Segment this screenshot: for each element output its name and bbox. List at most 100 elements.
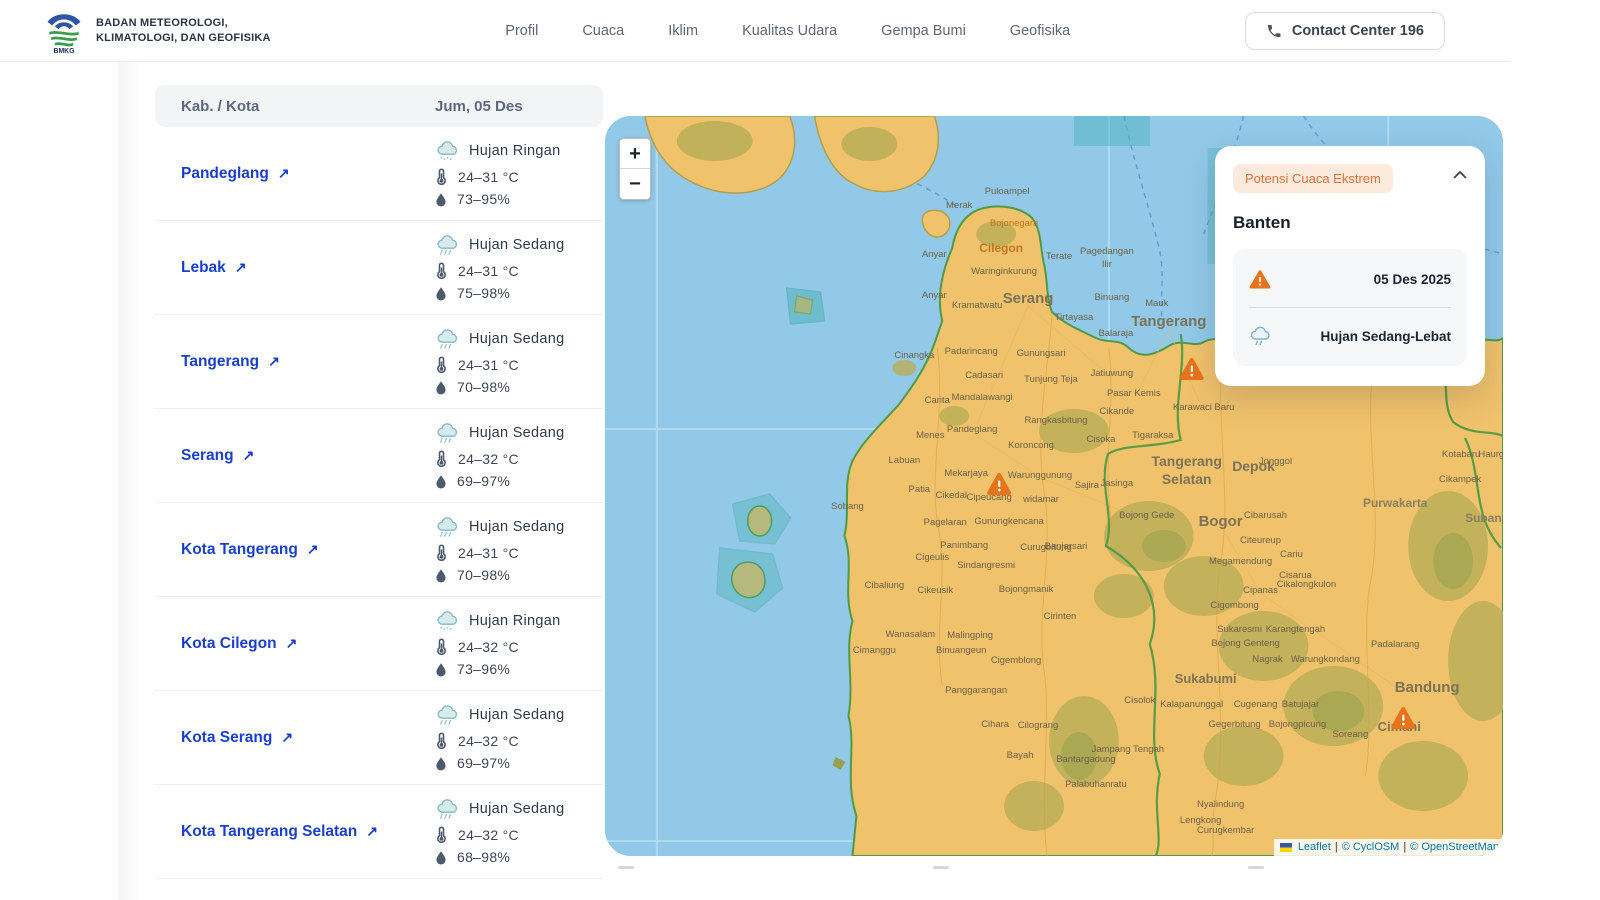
map-place-label: Cigeulis	[915, 552, 949, 563]
map-place-label: Cibaliung	[865, 580, 904, 591]
warning-triangle-icon	[1249, 269, 1271, 289]
humidity-droplet-icon	[435, 474, 447, 489]
osm-link[interactable]: © OpenStreetMap	[1410, 841, 1499, 853]
collapse-chevron-icon[interactable]	[1453, 170, 1467, 179]
region-link[interactable]: Kota Cilegon ↗	[155, 635, 435, 653]
map-place-label: Binuang	[1095, 292, 1130, 303]
region-link[interactable]: Lebak ↗	[155, 259, 435, 277]
humidity-range: 70–98%	[457, 567, 510, 583]
weather-cell: Hujan Ringan 24–31 °C 73–95%	[435, 140, 560, 207]
region-link[interactable]: Tangerang ↗	[155, 353, 435, 371]
nav-item-geofisika[interactable]: Geofisika	[1010, 23, 1070, 39]
map-zoom-control: + −	[619, 138, 651, 200]
map-place-label: Bojongpicung	[1269, 719, 1326, 730]
contact-center-button[interactable]: Contact Center 196	[1245, 12, 1445, 50]
phone-icon	[1266, 23, 1282, 39]
region-name: Kota Tangerang	[181, 541, 298, 559]
extreme-weather-badge: Potensi Cuaca Ekstrem	[1233, 164, 1393, 193]
cyclosm-link[interactable]: © CyclOSM	[1342, 841, 1400, 853]
weather-cell: Hujan Ringan 24–32 °C 73–96%	[435, 610, 560, 677]
map-place-label: Pasar Kemis	[1107, 388, 1161, 399]
humidity-range: 73–95%	[457, 191, 510, 207]
map-place-label: Subang	[1465, 511, 1503, 525]
map-place-label: Sukaresmi	[1217, 624, 1262, 635]
region-link[interactable]: Pandeglang ↗	[155, 165, 435, 183]
thermometer-icon	[435, 638, 448, 655]
map-place-label: Cisolok	[1124, 695, 1155, 706]
map-place-label: Cigemblong	[991, 655, 1041, 666]
condition-label: Hujan Sedang	[469, 519, 565, 535]
map-place-label: Kramatwatu	[952, 300, 1002, 311]
condition-label: Hujan Sedang	[469, 237, 565, 253]
thermometer-icon	[435, 732, 448, 749]
map-place-label: Bojong Genteng	[1211, 638, 1279, 649]
map-place-label: Cikande	[1100, 406, 1135, 417]
region-name: Pandeglang	[181, 165, 269, 183]
humidity-droplet-icon	[435, 756, 447, 771]
weather-cell: Hujan Sedang 24–32 °C 69–97%	[435, 422, 565, 489]
external-link-icon: ↗	[366, 823, 378, 840]
temperature-range: 24–31 °C	[458, 263, 519, 279]
popup-province-title: Banten	[1233, 213, 1467, 233]
temperature-range: 24–31 °C	[458, 169, 519, 185]
leaflet-map[interactable]: MerakPuloampelBojonegaraCilegonWaringink…	[605, 116, 1503, 856]
map-place-label: Ilir	[1102, 259, 1112, 270]
region-name: Kota Tangerang Selatan	[181, 823, 357, 841]
weather-cell: Hujan Sedang 24–31 °C 70–98%	[435, 328, 565, 395]
humidity-droplet-icon	[435, 286, 447, 301]
map-place-label: Banjarsari	[1045, 541, 1088, 552]
map-place-label: Bandung	[1395, 679, 1460, 696]
temperature-range: 24–31 °C	[458, 545, 519, 561]
region-link[interactable]: Kota Tangerang Selatan ↗	[155, 823, 435, 841]
map-place-label: Bojong Gede	[1119, 510, 1174, 521]
region-link[interactable]: Kota Serang ↗	[155, 729, 435, 747]
svg-text:BMKG: BMKG	[54, 48, 75, 54]
map-place-label: Labuan	[889, 455, 921, 466]
rain-cloud-icon	[435, 610, 461, 632]
top-navbar: BMKG BADAN METEOROLOGI, KLIMATOLOGI, DAN…	[0, 0, 1510, 62]
thermometer-icon	[435, 262, 448, 279]
zoom-in-button[interactable]: +	[620, 139, 650, 169]
popup-forecast: Hujan Sedang-Lebat	[1320, 329, 1451, 344]
map-place-label: Warungkondang	[1291, 654, 1360, 665]
map-place-label: Anyar	[922, 290, 947, 301]
table-body: Pandeglang ↗ Hujan Ringan	[155, 127, 603, 879]
humidity-droplet-icon	[435, 568, 447, 583]
nav-item-profil[interactable]: Profil	[505, 23, 538, 39]
bmkg-logo-link[interactable]: BMKG BADAN METEOROLOGI, KLIMATOLOGI, DAN…	[42, 8, 271, 54]
table-row: Lebak ↗ Hujan Sedang	[155, 221, 603, 315]
map-place-label: Cikeusik	[917, 585, 953, 596]
region-link[interactable]: Kota Tangerang ↗	[155, 541, 435, 559]
temperature-range: 24–32 °C	[458, 733, 519, 749]
map-place-label: Selatan	[1162, 471, 1212, 487]
map-place-label: Cariu	[1280, 549, 1303, 560]
nav-item-cuaca[interactable]: Cuaca	[582, 23, 624, 39]
extreme-weather-popup: Potensi Cuaca Ekstrem Banten 05 Des 2025	[1215, 146, 1485, 386]
map-place-label: Puloampel	[985, 186, 1030, 197]
map-place-label: Cigombong	[1210, 600, 1258, 611]
region-link[interactable]: Serang ↗	[155, 447, 435, 465]
map-place-label: Cisoka	[1086, 434, 1116, 445]
zoom-out-button[interactable]: −	[620, 169, 650, 199]
temperature-range: 24–31 °C	[458, 357, 519, 373]
map-place-label: Tangerang	[1152, 453, 1222, 469]
map-place-label: Jatiuwung	[1091, 368, 1134, 379]
leaflet-link[interactable]: Leaflet	[1298, 841, 1331, 853]
nav-item-kualitas-udara[interactable]: Kualitas Udara	[742, 23, 837, 39]
external-link-icon: ↗	[307, 541, 319, 558]
map-place-label: Merak	[946, 200, 973, 211]
map-place-label: Sajira	[1075, 480, 1100, 491]
condition-label: Hujan Sedang	[469, 707, 565, 723]
external-link-icon: ↗	[278, 165, 290, 182]
table-row: Kota Tangerang ↗ Hujan Sedang	[155, 503, 603, 597]
external-link-icon: ↗	[281, 729, 293, 746]
weather-cell: Hujan Sedang 24–31 °C 75–98%	[435, 234, 565, 301]
nav-item-gempa-bumi[interactable]: Gempa Bumi	[881, 23, 966, 39]
table-row: Pandeglang ↗ Hujan Ringan	[155, 127, 603, 221]
map-place-label: Karangtengah	[1266, 624, 1325, 635]
ukraine-flag-icon	[1280, 843, 1292, 852]
humidity-range: 69–97%	[457, 473, 510, 489]
nav-item-iklim[interactable]: Iklim	[668, 23, 698, 39]
map-place-label: Sukabumi	[1175, 671, 1237, 686]
thermometer-icon	[435, 168, 448, 185]
